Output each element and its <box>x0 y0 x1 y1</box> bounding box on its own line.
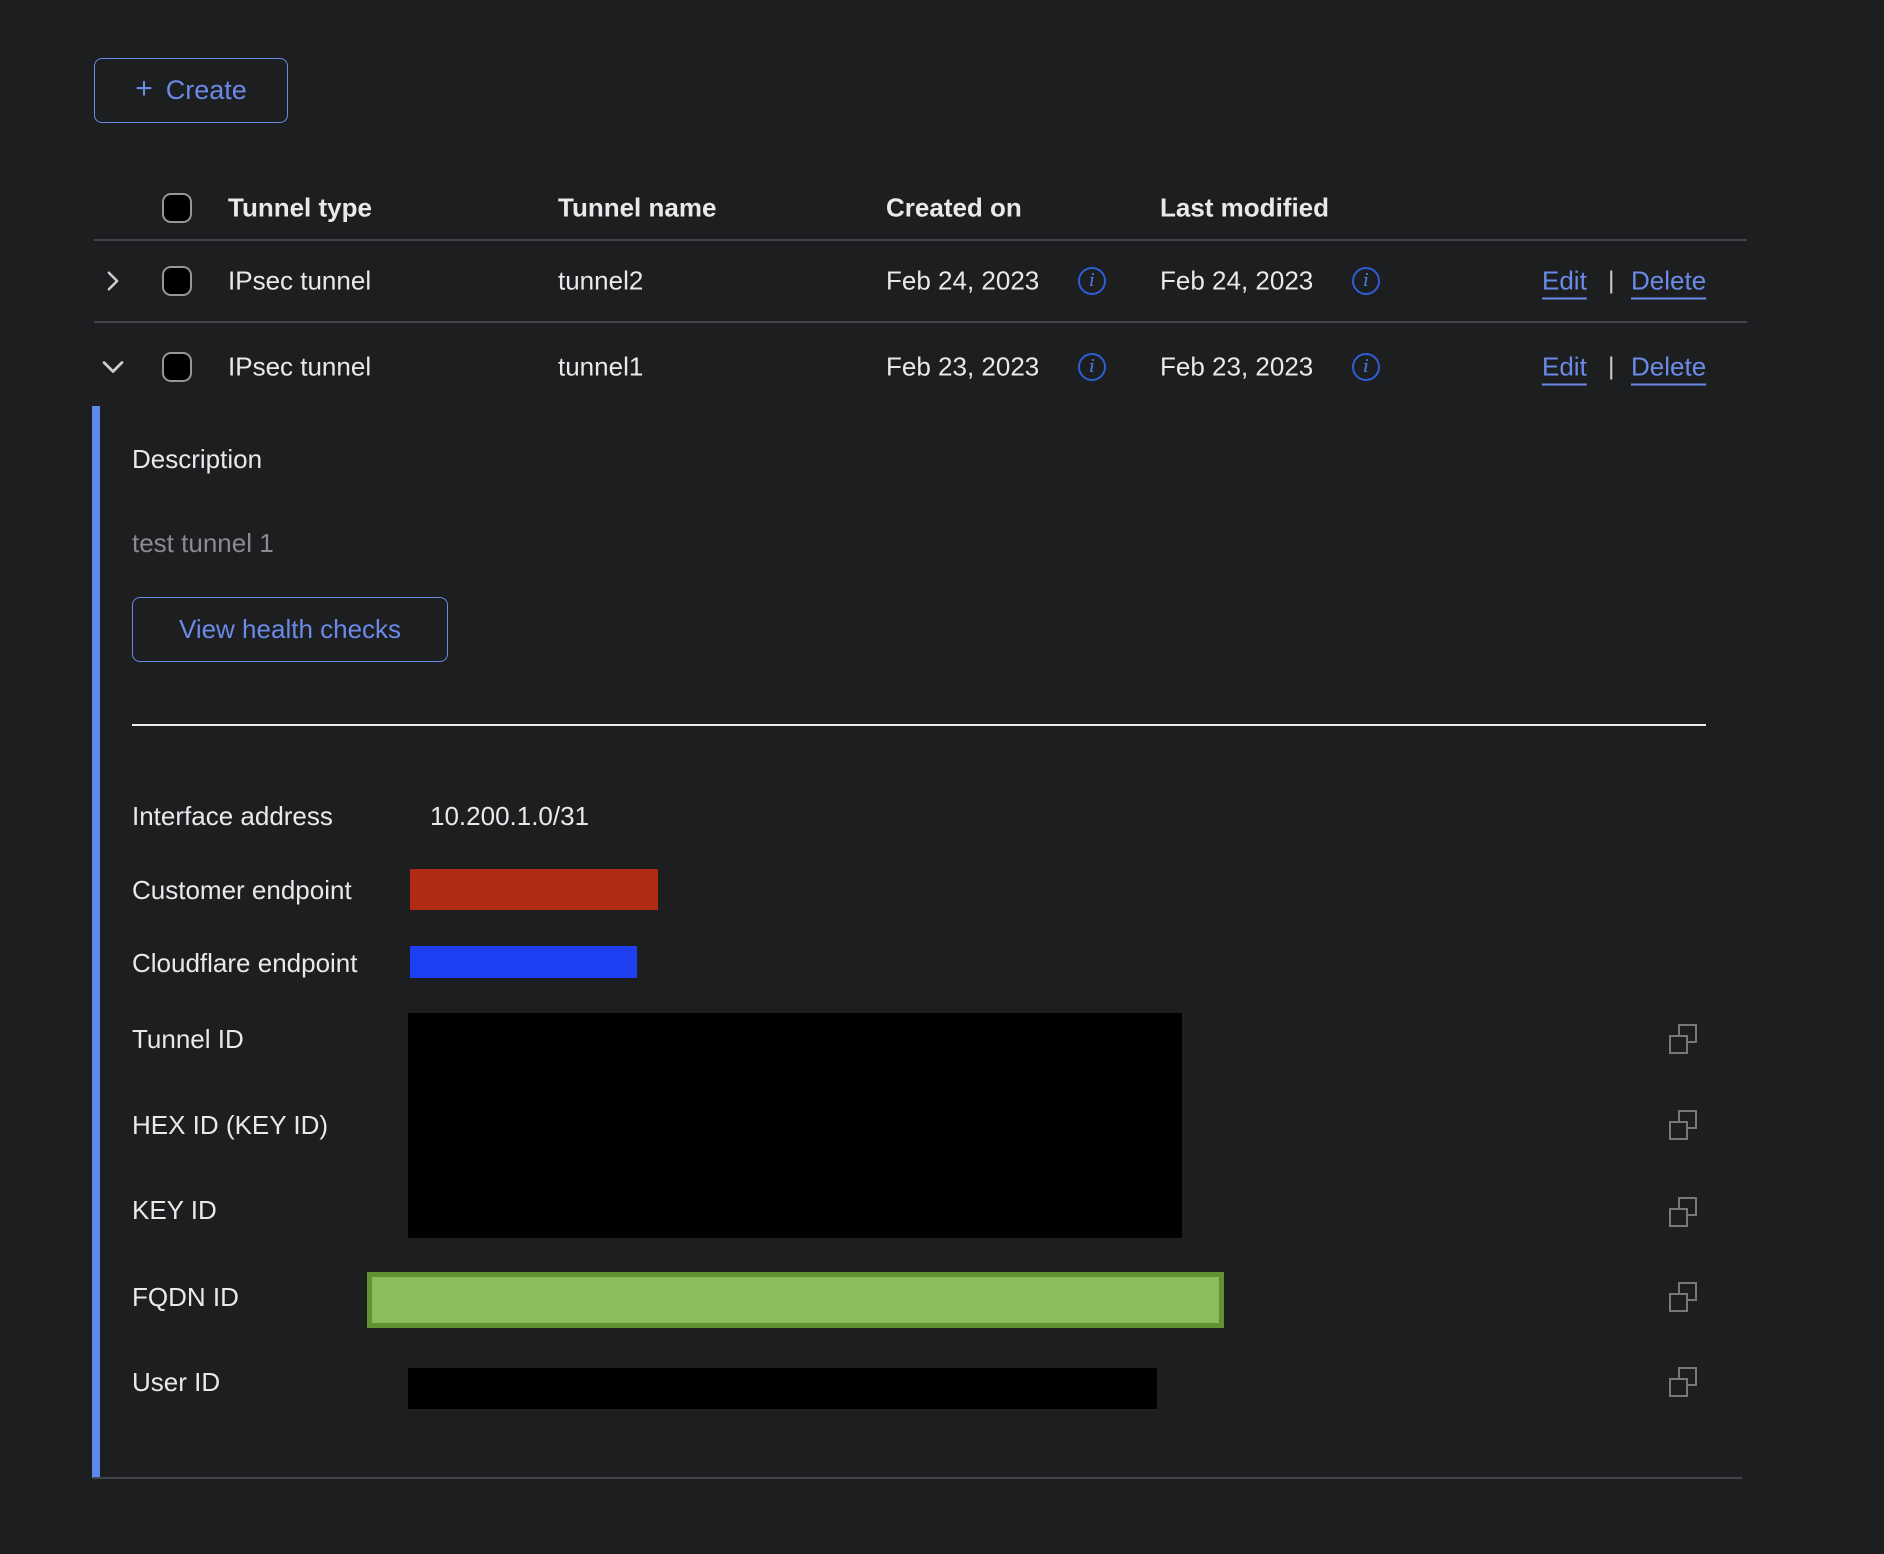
row-checkbox[interactable] <box>162 266 192 296</box>
description-label: Description <box>132 442 262 476</box>
expanded-row-accent-bar <box>92 406 100 1478</box>
edit-link[interactable]: Edit <box>1542 352 1587 383</box>
cloudflare-endpoint-label: Cloudflare endpoint <box>132 946 358 980</box>
chevron-down-icon[interactable] <box>98 352 128 382</box>
key-id-label: KEY ID <box>132 1193 217 1227</box>
row-checkbox[interactable] <box>162 352 192 382</box>
edit-link[interactable]: Edit <box>1542 266 1587 297</box>
fqdn-id-label: FQDN ID <box>132 1280 239 1314</box>
hex-id-label: HEX ID (KEY ID) <box>132 1108 328 1142</box>
ids-redaction <box>408 1013 1182 1238</box>
tunnel-name-cell: tunnel2 <box>558 266 643 297</box>
user-id-label: User ID <box>132 1365 220 1399</box>
copy-icon[interactable] <box>1667 1282 1699 1314</box>
copy-icon[interactable] <box>1667 1367 1699 1399</box>
interface-address-label: Interface address <box>132 799 333 833</box>
header-last-modified: Last modified <box>1160 193 1329 224</box>
copy-icon[interactable] <box>1667 1110 1699 1142</box>
expanded-row-bottom-divider <box>93 1477 1742 1479</box>
create-button[interactable]: + Create <box>94 58 288 123</box>
info-icon[interactable]: i <box>1078 353 1106 381</box>
created-on-cell: Feb 24, 2023 <box>886 266 1039 297</box>
copy-icon[interactable] <box>1667 1024 1699 1056</box>
copy-icon[interactable] <box>1667 1197 1699 1229</box>
table-row-tunnel2: IPsec tunnel tunnel2 Feb 24, 2023 i Feb … <box>94 241 1747 321</box>
view-health-checks-button[interactable]: View health checks <box>132 597 448 662</box>
header-created-on: Created on <box>886 193 1022 224</box>
table-header: Tunnel type Tunnel name Created on Last … <box>94 181 1747 235</box>
tunnel-id-label: Tunnel ID <box>132 1022 244 1056</box>
create-button-label: Create <box>166 75 247 106</box>
delete-link[interactable]: Delete <box>1631 266 1706 297</box>
header-tunnel-type: Tunnel type <box>228 193 372 224</box>
tunnel-type-cell: IPsec tunnel <box>228 266 371 297</box>
interface-address-value: 10.200.1.0/31 <box>430 799 589 833</box>
fqdn-id-redaction <box>367 1272 1224 1328</box>
created-on-cell: Feb 23, 2023 <box>886 352 1039 383</box>
info-icon[interactable]: i <box>1078 267 1106 295</box>
delete-link[interactable]: Delete <box>1631 352 1706 383</box>
action-separator: | <box>1608 267 1615 296</box>
info-icon[interactable]: i <box>1352 267 1380 295</box>
action-separator: | <box>1608 353 1615 382</box>
table-row-tunnel1: IPsec tunnel tunnel1 Feb 23, 2023 i Feb … <box>94 323 1747 411</box>
user-id-redaction <box>408 1368 1157 1409</box>
plus-icon: + <box>135 74 153 104</box>
customer-endpoint-label: Customer endpoint <box>132 873 352 907</box>
ipsec-tunnels-page: + Create Tunnel type Tunnel name Created… <box>0 0 1884 1554</box>
info-icon[interactable]: i <box>1352 353 1380 381</box>
chevron-right-icon[interactable] <box>98 266 128 296</box>
last-modified-cell: Feb 24, 2023 <box>1160 266 1313 297</box>
tunnel-type-cell: IPsec tunnel <box>228 352 371 383</box>
section-divider <box>132 724 1706 726</box>
select-all-checkbox[interactable] <box>162 193 192 223</box>
last-modified-cell: Feb 23, 2023 <box>1160 352 1313 383</box>
header-tunnel-name: Tunnel name <box>558 193 716 224</box>
customer-endpoint-redaction <box>410 869 658 910</box>
cloudflare-endpoint-redaction <box>410 946 637 978</box>
description-value: test tunnel 1 <box>132 526 274 560</box>
tunnel-name-cell: tunnel1 <box>558 352 643 383</box>
